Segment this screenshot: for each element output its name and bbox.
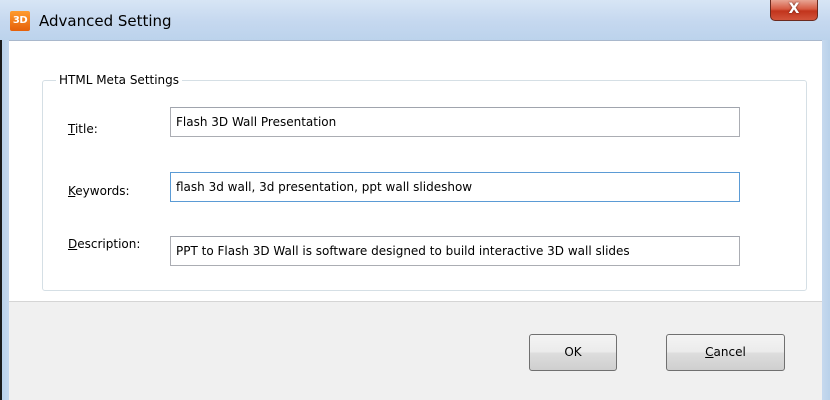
description-label: Description: [68,235,140,253]
html-meta-settings-group: HTML Meta Settings Title: Flash 3D Wall … [42,71,807,291]
window-title: Advanced Setting [39,12,172,30]
content-panel: HTML Meta Settings Title: Flash 3D Wall … [9,40,822,302]
window-right-border [822,40,830,400]
dialog-body: HTML Meta Settings Title: Flash 3D Wall … [9,40,822,400]
title-label-text: itle: [74,122,98,136]
description-label-text: escription: [77,237,141,251]
close-icon: X [788,1,800,17]
window-left-border [0,40,9,400]
group-legend: HTML Meta Settings [56,71,183,89]
keywords-label: Keywords: [68,182,130,200]
keywords-label-text: eywords: [75,184,130,198]
title-label-access-key: T [68,122,75,136]
title-bar[interactable]: 3D Advanced Setting X [0,0,830,40]
keywords-input[interactable]: flash 3d wall, 3d presentation, ppt wall… [170,172,740,202]
close-button[interactable]: X [770,0,818,21]
ok-button[interactable]: OK [529,334,617,371]
title-input[interactable]: Flash 3D Wall Presentation [170,107,740,137]
description-label-access-key: D [68,237,78,251]
advanced-setting-dialog: 3D Advanced Setting X HTML Meta Settings… [0,0,830,400]
description-input[interactable]: PPT to Flash 3D Wall is software designe… [170,236,740,266]
cancel-button[interactable]: Cancel [666,334,785,371]
title-label: Title: [68,120,98,138]
cancel-label-text: ancel [713,345,746,359]
cancel-access-key: C [705,345,714,359]
app-logo-icon: 3D [10,11,30,31]
